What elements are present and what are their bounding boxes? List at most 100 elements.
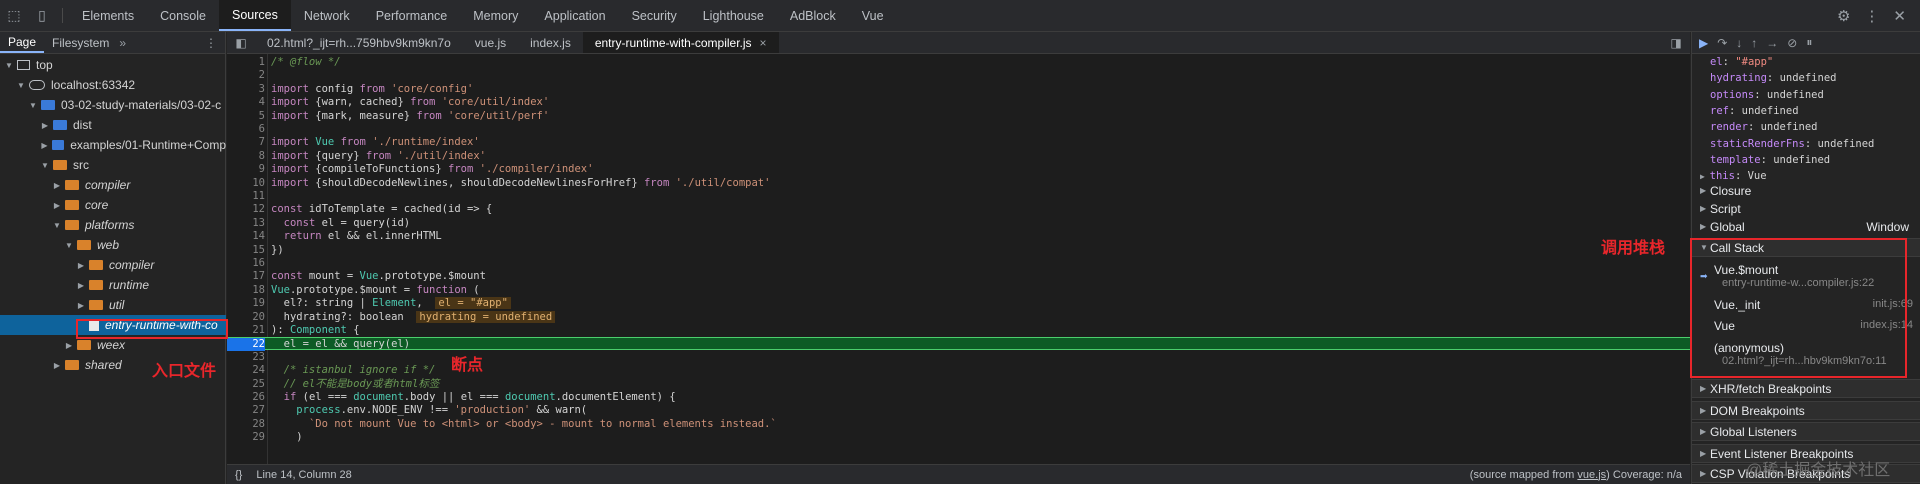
tree-expand-icon[interactable]: ▼ <box>52 221 62 230</box>
source-mapped-link[interactable]: vue.js <box>1577 469 1606 481</box>
code-line[interactable]: 28 `Do not mount Vue to <html> or <body>… <box>227 418 1690 431</box>
tree-folder[interactable]: ▼ localhost:63342 <box>0 75 226 95</box>
code-line[interactable]: 14 return el && el.innerHTML <box>227 230 1690 243</box>
tab-page[interactable]: Page <box>0 32 45 53</box>
code-line[interactable]: 5 import {mark, measure} from 'core/util/… <box>227 110 1690 123</box>
code-line[interactable]: 12 const idToTemplate = cached(id => { <box>227 203 1690 216</box>
editor-tab[interactable]: 02.html?_ijt=rh...759hbv9km9kn7o <box>255 32 463 53</box>
scope-variable[interactable]: staticRenderFns: undefined <box>1692 136 1920 152</box>
line-number[interactable]: 3 <box>227 83 265 96</box>
tree-expand-icon[interactable]: ▶ <box>52 181 62 190</box>
editor-tab-active[interactable]: entry-runtime-with-compiler.js × <box>582 32 779 53</box>
line-number[interactable]: 19 <box>227 297 265 310</box>
tree-folder[interactable]: ▶ runtime <box>0 275 226 295</box>
deactivate-breakpoints-icon[interactable]: ⊘ <box>1787 36 1797 50</box>
code-line[interactable]: 2 <box>227 69 1690 82</box>
scope-section[interactable]: ▶ Script <box>1692 199 1920 218</box>
pause-on-exceptions-icon[interactable]: ⏸ <box>1806 35 1812 50</box>
scope-section[interactable]: ▶ Closure <box>1692 181 1920 200</box>
scope-variable[interactable]: options: undefined <box>1692 87 1920 103</box>
code-line[interactable]: 25 // el不能是body或者html标签 <box>227 378 1690 391</box>
breakpoint-section[interactable]: ▶ XHR/fetch Breakpoints <box>1692 379 1920 398</box>
line-number[interactable]: 29 <box>227 431 265 444</box>
line-number[interactable]: 1 <box>227 56 265 69</box>
tree-folder[interactable]: ▼ platforms <box>0 215 226 235</box>
close-devtools-icon[interactable]: ✕ <box>1893 7 1906 25</box>
code-line[interactable]: 23 <box>227 351 1690 364</box>
tree-expand-icon[interactable]: ▶ <box>52 361 62 370</box>
expand-icon[interactable]: ▶ <box>1700 204 1710 213</box>
navigator-menu-icon[interactable]: ⋮ <box>205 32 225 53</box>
line-number[interactable]: 17 <box>227 270 265 283</box>
tab-adblock[interactable]: AdBlock <box>777 0 849 31</box>
tree-expand-icon[interactable]: ▼ <box>28 101 38 110</box>
line-number[interactable]: 23 <box>227 351 265 364</box>
device-toolbar-icon[interactable]: ▯ <box>28 0 56 31</box>
tab-application[interactable]: Application <box>531 0 618 31</box>
line-number[interactable]: 22 <box>227 338 265 352</box>
tab-filesystem[interactable]: Filesystem <box>44 32 117 53</box>
tab-security[interactable]: Security <box>619 0 690 31</box>
inspect-element-icon[interactable]: ⬚ <box>0 0 28 31</box>
code-area[interactable]: 1 /* @flow */ 2 3 import config from 'core/c… <box>227 54 1690 464</box>
tree-expand-icon[interactable]: ▶ <box>76 301 86 310</box>
expand-icon[interactable]: ▶ <box>1700 384 1710 393</box>
tree-expand-icon[interactable]: ▼ <box>4 61 14 70</box>
code-line[interactable]: 9 import {compileToFunctions} from './com… <box>227 163 1690 176</box>
resume-icon[interactable]: ▶ <box>1699 36 1708 50</box>
tree-folder[interactable]: ▼ top <box>0 55 226 75</box>
line-number[interactable]: 11 <box>227 190 265 203</box>
code-line[interactable]: 27 process.env.NODE_ENV !== 'production'… <box>227 404 1690 417</box>
tree-folder[interactable]: ▼ 03-02-study-materials/03-02-c <box>0 95 226 115</box>
line-number[interactable]: 5 <box>227 110 265 123</box>
code-line[interactable]: 6 <box>227 123 1690 136</box>
tree-folder[interactable]: ▶ util <box>0 295 226 315</box>
code-line[interactable]: 17 const mount = Vue.prototype.$mount <box>227 270 1690 283</box>
scope-variable[interactable]: hydrating: undefined <box>1692 70 1920 86</box>
code-line[interactable]: 13 const el = query(id) <box>227 217 1690 230</box>
tree-expand-icon[interactable]: ▶ <box>76 261 86 270</box>
tab-console[interactable]: Console <box>147 0 219 31</box>
close-tab-icon[interactable]: × <box>760 36 767 50</box>
tab-lighthouse[interactable]: Lighthouse <box>690 0 777 31</box>
tab-memory[interactable]: Memory <box>460 0 531 31</box>
tree-expand-icon[interactable]: ▼ <box>64 241 74 250</box>
toggle-debugger-icon[interactable]: ◨ <box>1662 32 1690 53</box>
tree-folder[interactable]: ▶ compiler <box>0 175 226 195</box>
code-line[interactable]: 15}) <box>227 244 1690 257</box>
line-number[interactable]: 8 <box>227 150 265 163</box>
tree-expand-icon[interactable]: ▶ <box>76 281 86 290</box>
tree-expand-icon[interactable]: ▼ <box>16 81 26 90</box>
editor-tab[interactable]: vue.js <box>463 32 518 53</box>
code-line[interactable]: 3 import config from 'core/config' <box>227 83 1690 96</box>
code-line[interactable]: 11 <box>227 190 1690 203</box>
line-number[interactable]: 26 <box>227 391 265 404</box>
code-line[interactable]: 21): Component { <box>227 324 1690 337</box>
step-into-icon[interactable]: ↓ <box>1736 36 1742 50</box>
step-icon[interactable]: → <box>1766 36 1778 50</box>
code-line[interactable]: 19 el?: string | Element, el = "#app" <box>227 297 1690 310</box>
tab-vue[interactable]: Vue <box>849 0 897 31</box>
code-line[interactable]: 10 import {shouldDecodeNewlines, shouldDe… <box>227 177 1690 190</box>
expand-icon[interactable]: ▶ <box>1700 222 1710 231</box>
line-number[interactable]: 10 <box>227 177 265 190</box>
expand-icon[interactable]: ▶ <box>1700 469 1710 478</box>
expand-icon[interactable]: ▶ <box>1700 427 1710 436</box>
line-number[interactable]: 28 <box>227 418 265 431</box>
editor-tab[interactable]: index.js <box>518 32 583 53</box>
scope-section[interactable]: ▶ Global Window <box>1692 217 1920 236</box>
code-line[interactable]: 4 import {warn, cached} from 'core/util/i… <box>227 96 1690 109</box>
line-number[interactable]: 7 <box>227 136 265 149</box>
tree-folder[interactable]: ▼ web <box>0 235 226 255</box>
line-number[interactable]: 24 <box>227 364 265 377</box>
step-out-icon[interactable]: ↑ <box>1751 36 1757 50</box>
tree-folder[interactable]: ▶ dist <box>0 115 226 135</box>
tree-folder[interactable]: ▶ compiler <box>0 255 226 275</box>
tab-network[interactable]: Network <box>291 0 363 31</box>
tab-sources[interactable]: Sources <box>218 0 291 31</box>
line-number[interactable]: 13 <box>227 217 265 230</box>
toggle-navigator-icon[interactable]: ◧ <box>227 32 255 53</box>
expand-icon[interactable]: ▶ <box>1700 186 1710 195</box>
code-line[interactable]: 1 /* @flow */ <box>227 56 1690 69</box>
tree-folder[interactable]: ▶ core <box>0 195 226 215</box>
